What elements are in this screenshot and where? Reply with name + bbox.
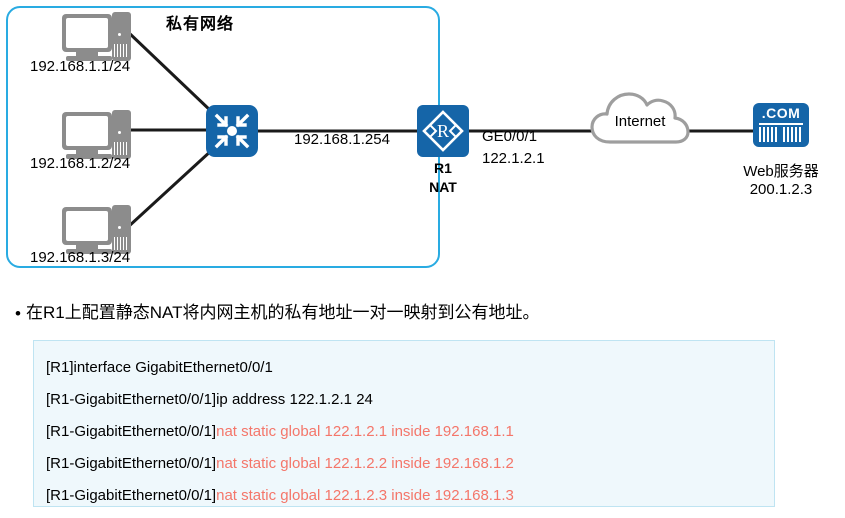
- pc-vents: [114, 142, 129, 155]
- router-glyph: R: [422, 110, 464, 152]
- pc-vents: [114, 44, 129, 57]
- cli-line-4: [R1-GigabitEthernet0/0/1]nat static glob…: [46, 455, 514, 472]
- server-divider: [759, 123, 803, 125]
- pc-monitor: [62, 112, 112, 150]
- cli-line-1: [R1]interface GigabitEthernet0/0/1: [46, 359, 273, 376]
- router-role-label: NAT: [429, 179, 457, 195]
- cli-line-3: [R1-GigabitEthernet0/0/1]nat static glob…: [46, 423, 514, 440]
- server-bars-gap: [779, 127, 783, 142]
- cli-config-block: [R1]interface GigabitEthernet0/0/1 [R1-G…: [33, 340, 775, 507]
- pc-power-dot: [118, 226, 121, 229]
- bullet-paragraph: • 在R1上配置静态NAT将内网主机的私有地址一对一映射到公有地址。: [10, 298, 830, 324]
- bullet-marker: •: [15, 303, 21, 323]
- pc-1-icon: [62, 12, 134, 64]
- wan-address-label: 122.1.2.1: [482, 150, 545, 167]
- cli-command: nat static global 122.1.2.3 inside 192.1…: [216, 487, 514, 504]
- cli-prompt: [R1-GigabitEthernet0/0/1]: [46, 423, 217, 440]
- wan-interface-label: GE0/0/1: [482, 128, 538, 145]
- web-server-label: Web服务器: [743, 163, 819, 180]
- pc-power-dot: [118, 131, 121, 134]
- router-icon: R: [417, 105, 469, 157]
- lan-gateway-label: 192.168.1.254: [294, 131, 390, 148]
- pc-monitor: [62, 207, 112, 245]
- pc-1-label: 192.168.1.1/24: [30, 58, 131, 75]
- bullet-text: 在R1上配置静态NAT将内网主机的私有地址一对一映射到公有地址。: [26, 303, 540, 322]
- switch-icon: [206, 105, 258, 157]
- svg-text:R: R: [437, 121, 449, 141]
- pc-monitor: [62, 14, 112, 52]
- pc-screen: [66, 116, 108, 146]
- cli-prompt: [R1-GigabitEthernet0/0/1]: [46, 487, 217, 504]
- cli-command: nat static global 122.1.2.1 inside 192.1…: [216, 423, 514, 440]
- cli-prompt: [R1-GigabitEthernet0/0/1]: [46, 455, 217, 472]
- pc-screen: [66, 18, 108, 48]
- pc-2-label: 192.168.1.2/24: [30, 155, 131, 172]
- internet-label: Internet: [614, 113, 666, 130]
- web-server-icon: .COM: [753, 103, 809, 147]
- pc-3-label: 192.168.1.3/24: [30, 249, 131, 266]
- cli-line-2: [R1-GigabitEthernet0/0/1]ip address 122.…: [46, 391, 373, 408]
- private-network-title: 私有网络: [166, 16, 235, 33]
- pc-screen: [66, 211, 108, 241]
- cli-prompt: [R1-GigabitEthernet0/0/1]ip address 122.…: [46, 391, 373, 408]
- pc-power-dot: [118, 33, 121, 36]
- cli-prompt: [R1]interface GigabitEthernet0/0/1: [46, 359, 273, 376]
- switch-glyph: [214, 113, 250, 149]
- router-name-label: R1: [434, 160, 452, 176]
- cli-line-5: [R1-GigabitEthernet0/0/1]nat static glob…: [46, 487, 514, 504]
- server-com-badge: .COM: [761, 105, 801, 121]
- cli-command: nat static global 122.1.2.2 inside 192.1…: [216, 455, 514, 472]
- web-server-address: 200.1.2.3: [749, 181, 813, 198]
